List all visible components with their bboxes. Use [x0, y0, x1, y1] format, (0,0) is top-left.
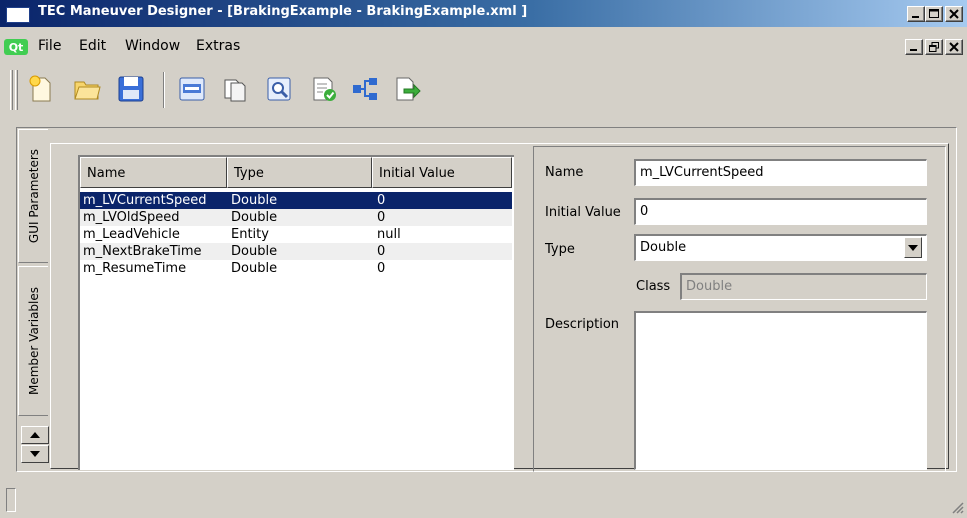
type-dropdown-button[interactable] — [904, 237, 922, 258]
copy-button[interactable] — [220, 74, 250, 104]
initial-value-field[interactable]: 0 — [634, 198, 927, 225]
description-textarea[interactable] — [634, 311, 927, 470]
restore-icon — [929, 42, 939, 52]
column-header-type[interactable]: Type — [227, 157, 372, 188]
new-button[interactable] — [26, 74, 56, 104]
column-header-initial-value[interactable]: Initial Value — [372, 157, 512, 188]
size-grip[interactable] — [950, 500, 964, 514]
table-row[interactable]: m_LVOldSpeed Double 0 — [80, 209, 512, 226]
type-label: Type — [545, 242, 575, 257]
chevron-down-icon — [908, 244, 918, 251]
toolbar-separator — [163, 72, 165, 108]
cell-initial-value: 0 — [377, 261, 386, 276]
class-field: Double — [680, 273, 927, 300]
cell-type: Double — [231, 261, 278, 276]
name-label: Name — [545, 165, 584, 180]
cell-type: Double — [231, 210, 278, 225]
tree-icon — [353, 78, 377, 100]
type-select-value: Double — [640, 240, 687, 255]
toolbar-grip-2[interactable] — [15, 70, 18, 110]
tree-button[interactable] — [350, 74, 380, 104]
cell-initial-value: null — [377, 227, 401, 242]
validate-icon — [313, 77, 336, 101]
preview-button[interactable] — [264, 74, 294, 104]
qt-logo: Qt — [4, 39, 28, 55]
copy-icon — [224, 79, 246, 102]
cell-name: m_LVCurrentSpeed — [83, 193, 207, 208]
cell-initial-value: 0 — [377, 193, 386, 208]
cell-name: m_LeadVehicle — [83, 227, 180, 242]
minimize-icon — [910, 49, 917, 51]
tab-gui-parameters[interactable]: GUI Parameters — [18, 129, 48, 263]
close-button[interactable] — [945, 6, 963, 22]
export-icon — [396, 77, 421, 101]
open-button[interactable] — [72, 74, 102, 104]
class-label: Class — [636, 279, 671, 294]
status-bar — [0, 480, 967, 518]
size-grip-icon — [952, 502, 964, 514]
mdi-close-button[interactable] — [945, 39, 963, 55]
cell-type: Entity — [231, 227, 269, 242]
window-title: TEC Maneuver Designer - [BrakingExample … — [38, 4, 528, 19]
menu-file[interactable]: File — [38, 38, 61, 54]
menu-edit[interactable]: Edit — [79, 38, 106, 54]
cell-type: Double — [231, 244, 278, 259]
type-select[interactable]: Double — [634, 234, 927, 261]
table-row[interactable]: m_LVCurrentSpeed Double 0 — [80, 192, 512, 209]
tab-gui-parameters-label: GUI Parameters — [26, 148, 41, 244]
new-document-icon — [29, 75, 51, 102]
mdi-restore-button[interactable] — [925, 39, 943, 55]
cell-initial-value: 0 — [377, 210, 386, 225]
mdi-minimize-button[interactable] — [905, 39, 923, 55]
description-label: Description — [545, 317, 620, 332]
tab-member-variables-label: Member Variables — [26, 286, 41, 396]
minimize-button[interactable] — [907, 6, 925, 22]
menu-window[interactable]: Window — [125, 38, 180, 54]
abc-button[interactable] — [177, 74, 207, 104]
preview-icon — [267, 77, 291, 101]
minimize-icon — [912, 16, 919, 18]
save-icon — [118, 76, 144, 102]
column-header-name[interactable]: Name — [80, 157, 227, 188]
toolbar-grip[interactable] — [10, 70, 13, 110]
close-icon — [949, 9, 959, 19]
arrow-up-icon — [30, 432, 40, 438]
cell-name: m_LVOldSpeed — [83, 210, 180, 225]
table-row[interactable]: m_LeadVehicle Entity null — [80, 226, 512, 243]
tab-scroll-up-button[interactable] — [21, 426, 49, 444]
cell-name: m_ResumeTime — [83, 261, 187, 276]
save-button[interactable] — [116, 74, 146, 104]
menu-extras[interactable]: Extras — [196, 38, 240, 54]
open-folder-icon — [74, 81, 101, 100]
table-row[interactable]: m_NextBrakeTime Double 0 — [80, 243, 512, 260]
cell-initial-value: 0 — [377, 244, 386, 259]
initial-value-label: Initial Value — [545, 205, 621, 220]
cell-type: Double — [231, 193, 278, 208]
close-icon — [949, 42, 959, 52]
abc-icon — [179, 77, 205, 101]
validate-button[interactable] — [309, 74, 339, 104]
tab-member-variables[interactable]: Member Variables — [18, 266, 48, 416]
arrow-down-icon — [30, 451, 40, 457]
status-indicator — [6, 488, 16, 512]
table-row[interactable]: m_ResumeTime Double 0 — [80, 260, 512, 277]
cell-name: m_NextBrakeTime — [83, 244, 202, 259]
export-button[interactable] — [392, 74, 422, 104]
maximize-icon — [929, 9, 939, 18]
tab-scroll-down-button[interactable] — [21, 445, 49, 463]
app-icon[interactable] — [6, 7, 30, 23]
maximize-button[interactable] — [925, 6, 943, 22]
name-field[interactable]: m_LVCurrentSpeed — [634, 159, 927, 186]
